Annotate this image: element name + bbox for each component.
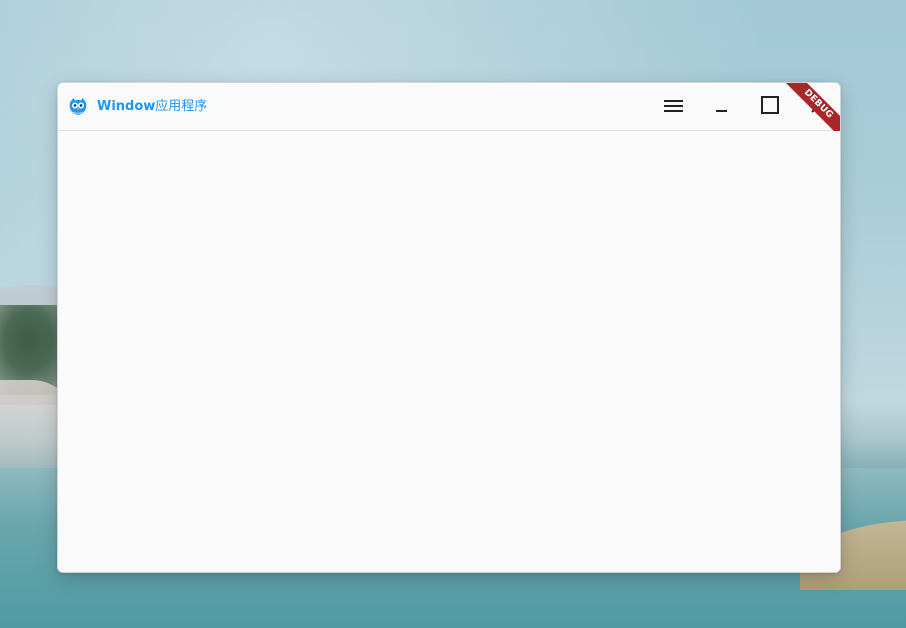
- close-button[interactable]: [802, 91, 834, 123]
- minimize-icon: [714, 97, 730, 117]
- window-content-area: [58, 131, 840, 572]
- app-window: Window应用程序 DEBUG: [57, 82, 841, 573]
- close-icon: [811, 98, 825, 117]
- window-title: Window应用程序: [97, 98, 207, 116]
- menu-button[interactable]: [658, 91, 690, 123]
- owl-logo-icon: [67, 96, 89, 118]
- title-bar[interactable]: Window应用程序 DEBUG: [58, 83, 840, 140]
- window-title-latin: Window: [97, 99, 156, 114]
- window-title-cjk: 应用程序: [155, 99, 208, 114]
- maximize-icon: [761, 96, 779, 118]
- hamburger-menu-icon: [664, 98, 684, 117]
- maximize-button[interactable]: [754, 91, 786, 123]
- minimize-button[interactable]: [706, 91, 738, 123]
